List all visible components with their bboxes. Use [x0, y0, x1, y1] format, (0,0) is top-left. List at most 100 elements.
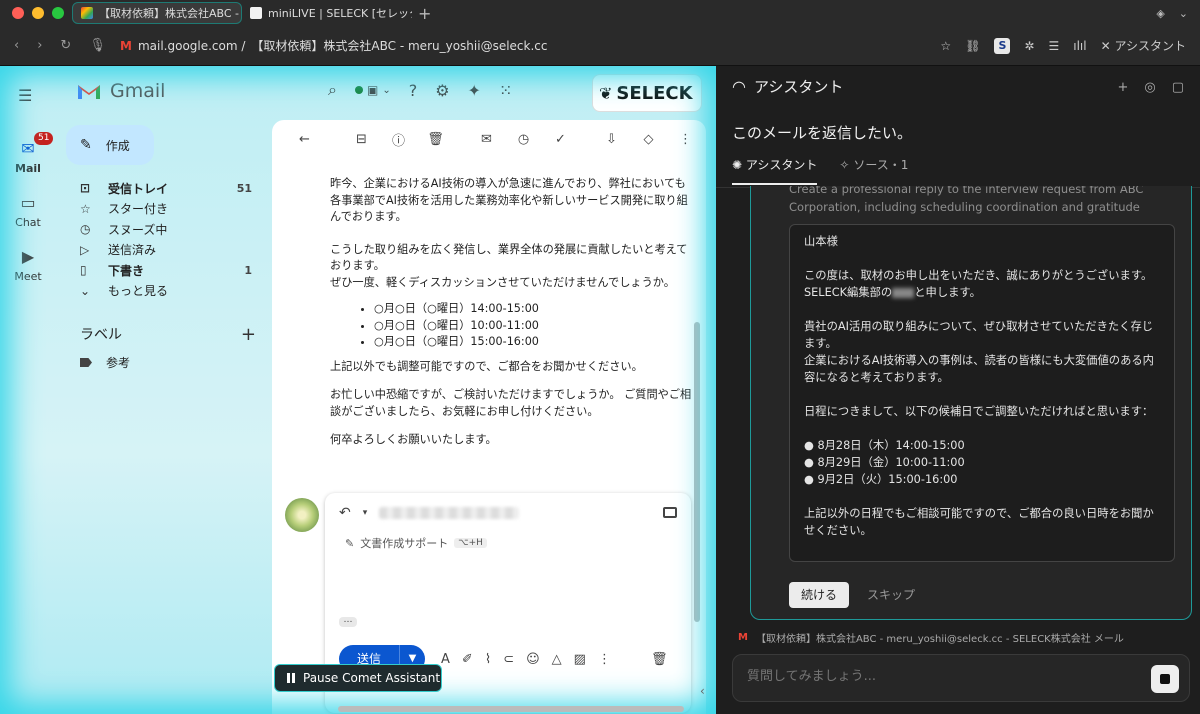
add-task-icon[interactable]: ✓ [542, 132, 579, 147]
source-reference[interactable]: M 【取材依頼】株式会社ABC - meru_yoshii@seleck.cc … [738, 630, 1124, 645]
new-tab-icon[interactable]: + [412, 4, 431, 23]
show-trimmed-icon[interactable]: … [339, 616, 357, 627]
mark-unread-icon[interactable]: ✉ [468, 132, 505, 147]
close-window-button[interactable] [12, 7, 24, 19]
browser-tab-seleck[interactable]: miniLIVE | SELECK [セレック] [242, 2, 412, 24]
settings-gear-icon[interactable]: ⚙ [435, 81, 449, 100]
send-icon: ▷ [80, 242, 90, 257]
gmail-header-actions: ⌕ ▣ ⌄ ? ⚙ ✦ ⁙ [328, 80, 512, 100]
chevron-down-icon[interactable]: ⌄ [1179, 7, 1188, 20]
snooze-icon[interactable]: ◷ [505, 132, 542, 147]
attach-icon[interactable]: ⌇ [485, 652, 491, 667]
more-vert-icon[interactable]: ⋮ [667, 132, 704, 147]
stop-button[interactable] [1151, 665, 1179, 693]
forward-icon[interactable]: › [37, 38, 42, 53]
status-selector[interactable]: ▣ ⌄ [354, 83, 391, 97]
popout-icon[interactable] [663, 507, 677, 518]
writing-assist[interactable]: ✎ 文書作成サポート ⌥+H [345, 535, 487, 551]
gmail-wordmark: Gmail [110, 80, 166, 102]
minimize-window-button[interactable] [32, 7, 44, 19]
rail-chat[interactable]: ▭ Chat [0, 190, 56, 230]
continue-button[interactable]: 続ける [789, 582, 849, 608]
user-question: このメールを返信したい。 [732, 124, 913, 142]
insert-link-icon[interactable]: ⊂ [503, 652, 514, 667]
chevron-left-icon[interactable]: ‹ [700, 684, 705, 698]
ai-write-icon[interactable]: ✐ [462, 652, 473, 667]
archive-icon[interactable]: ⊟ [343, 132, 380, 147]
skip-button[interactable]: スキップ [867, 586, 915, 603]
mail-icon: ✉ [21, 138, 35, 158]
puzzle-extension-icon[interactable]: ✲ [1024, 39, 1034, 53]
body-paragraph: こうした取り組みを広く発信し、業界全体の発展に貢献したいと考えております。 [330, 242, 688, 273]
label-item[interactable]: 参考 [80, 354, 130, 371]
account-brand-badge[interactable]: ❦ SELECK [592, 74, 702, 112]
tab-assistant[interactable]: ✺ アシスタント [732, 156, 818, 185]
assistant-toggle[interactable]: ✕ アシスタント [1101, 37, 1186, 54]
draft-reply: 山本様 この度は、取材のお申し出をいただき、誠にありがとうございます。 SELE… [789, 224, 1175, 562]
bookmark-star-icon[interactable]: ☆ [940, 39, 951, 53]
comet-logo-icon: ◠ [732, 77, 746, 96]
nav-drafts[interactable]: ▯ 下書き 1 [66, 260, 266, 281]
delete-icon[interactable]: 🗑 [417, 132, 454, 147]
search-icon[interactable]: ⌕ [328, 80, 337, 100]
apps-grid-icon[interactable]: ⁙ [499, 81, 512, 100]
add-label-icon[interactable]: + [241, 324, 256, 345]
label-icon[interactable]: ◇ [630, 132, 667, 147]
assistant-toggle-label: アシスタント [1114, 39, 1186, 53]
tab-sources[interactable]: ✧ ソース・1 [839, 156, 908, 185]
nav-snoozed[interactable]: ◷ スヌーズ中 [66, 219, 266, 240]
browser-tab-gmail[interactable]: 【取材依頼】株式会社ABC - m [72, 2, 242, 24]
new-thread-icon[interactable]: + [1117, 80, 1128, 95]
mail-folders: ⊡ 受信トレイ 51 ☆ スター付き ◷ スヌーズ中 ▷ 送信済み ▯ 下書き 1 ⌄ もっと見… [66, 178, 266, 301]
move-to-icon[interactable]: ⇩ [593, 132, 630, 147]
history-icon[interactable]: ◎ [1144, 80, 1155, 95]
emoji-icon[interactable]: ☺ [526, 652, 540, 667]
pause-assistant-button[interactable]: Pause Comet Assistant [274, 664, 442, 692]
account-avatar[interactable] [696, 80, 701, 106]
gemini-sparkle-icon[interactable]: ✦ [468, 81, 481, 100]
reload-icon[interactable]: ↻ [60, 38, 71, 53]
tab-label: 【取材依頼】株式会社ABC - m [99, 7, 242, 20]
reply-arrow-icon[interactable]: ↶ [339, 505, 351, 521]
url-field[interactable]: M mail.google.com / 【取材依頼】株式会社ABC - meru… [120, 37, 547, 54]
microphone-icon[interactable]: 🎙 [89, 38, 106, 53]
clock-icon: ◷ [80, 222, 91, 237]
seleck-extension-icon[interactable]: S [994, 37, 1011, 54]
back-arrow-icon[interactable]: ← [286, 132, 323, 147]
menu-lines-icon[interactable]: ☰ [1048, 39, 1059, 53]
source-label: 【取材依頼】株式会社ABC - meru_yoshii@seleck.cc - … [755, 634, 1124, 645]
draft-line: 山本様 [804, 235, 838, 248]
main-menu-icon[interactable]: ☰ [18, 86, 36, 105]
discard-draft-icon[interactable]: 🗑 [651, 652, 668, 667]
rail-meet[interactable]: ▶ Meet [0, 244, 56, 284]
drive-icon[interactable]: △ [552, 652, 562, 667]
assistant-input[interactable] [747, 669, 1127, 684]
zoom-window-button[interactable] [52, 7, 64, 19]
nav-inbox[interactable]: ⊡ 受信トレイ 51 [66, 178, 266, 199]
chevron-down-icon[interactable]: ▾ [363, 508, 368, 518]
message-scrollbar[interactable] [694, 322, 700, 622]
extension-icon[interactable]: ◈ [1156, 7, 1164, 20]
url-host: mail.google.com / [137, 38, 246, 53]
insert-photo-icon[interactable]: ▨ [574, 652, 586, 667]
body-paragraph: お忙しい中恐縮ですが、ご検討いただけますでしょうか。 ご質問やご相談がございまし… [330, 388, 692, 418]
expand-icon[interactable]: ▢ [1172, 80, 1184, 95]
back-icon[interactable]: ‹ [14, 38, 19, 53]
nav-sent[interactable]: ▷ 送信済み [66, 240, 266, 261]
pause-label: Pause Comet Assistant [303, 671, 441, 685]
link-icon[interactable]: ⛓ [965, 39, 980, 53]
writing-assist-shortcut: ⌥+H [454, 538, 487, 548]
help-icon[interactable]: ? [409, 81, 418, 100]
nav-more[interactable]: ⌄ もっと見る [66, 281, 266, 302]
audio-wave-icon[interactable]: ılıl [1073, 39, 1086, 53]
nav-starred[interactable]: ☆ スター付き [66, 199, 266, 220]
gmail-url-icon: M [120, 38, 132, 53]
compose-button[interactable]: ✎ 作成 [66, 125, 154, 165]
more-options-icon[interactable]: ⋮ [598, 652, 611, 667]
gmail-logo[interactable]: Gmail [76, 80, 165, 102]
rail-mail[interactable]: ✉ 51 Mail [0, 132, 56, 175]
task-description: Create a professional reply to the inter… [789, 186, 1144, 214]
format-text-icon[interactable]: A [441, 652, 450, 667]
report-spam-icon[interactable]: ⓘ [380, 130, 417, 149]
horizontal-scrollbar[interactable] [338, 706, 684, 712]
